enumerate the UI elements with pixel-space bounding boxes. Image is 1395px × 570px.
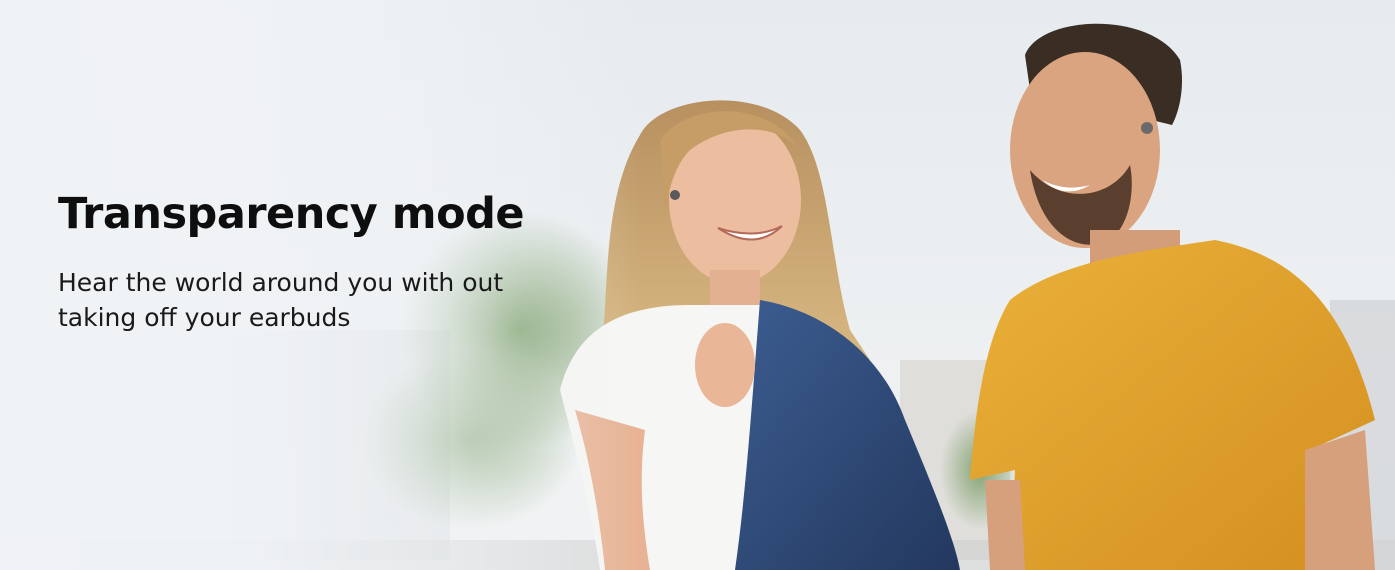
hero-copy: Transparency mode Hear the world around …	[58, 189, 578, 335]
hero-banner: Transparency mode Hear the world around …	[0, 0, 1395, 570]
earbud-icon	[1141, 122, 1153, 134]
hero-headline: Transparency mode	[58, 189, 525, 239]
hero-subtext: Hear the world around you with out takin…	[58, 268, 504, 333]
earbud-icon	[670, 190, 680, 200]
